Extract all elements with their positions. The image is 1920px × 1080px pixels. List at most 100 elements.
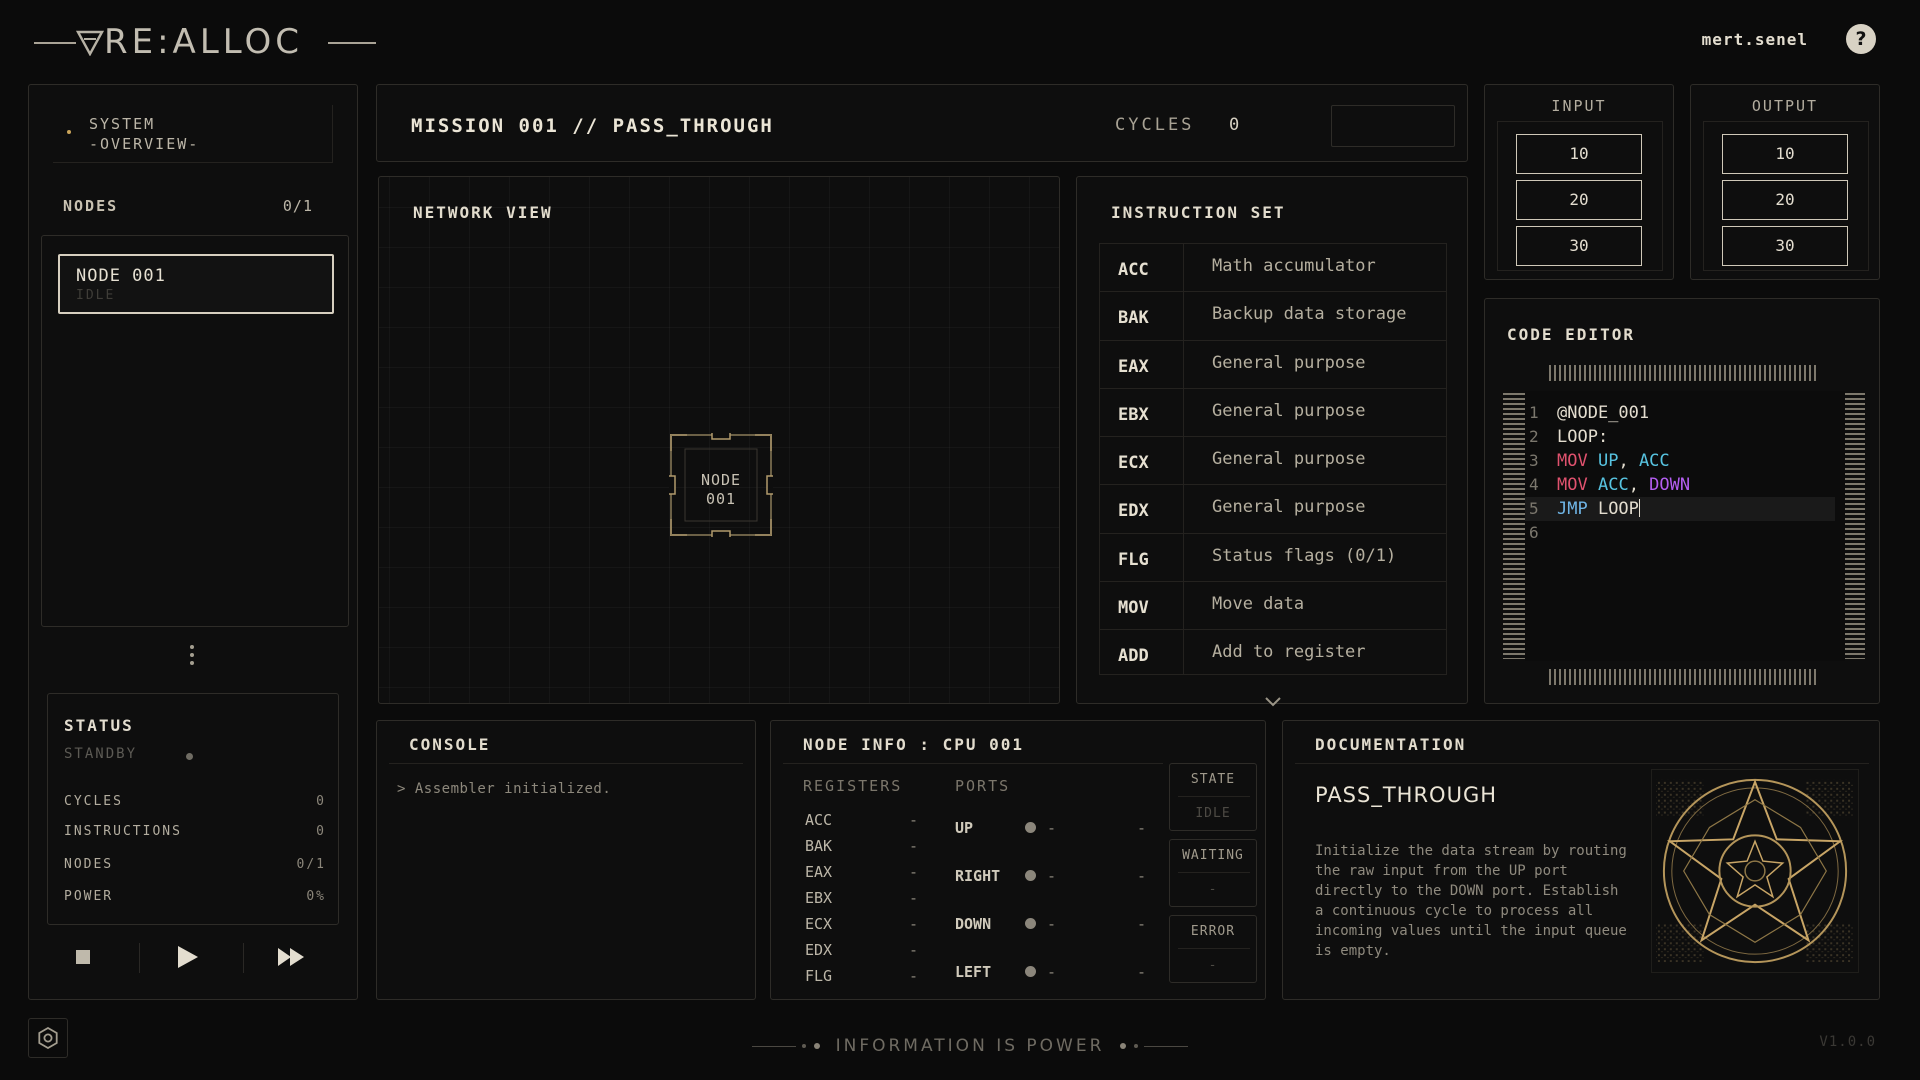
- node-item-001[interactable]: NODE 001 IDLE: [58, 254, 334, 314]
- console-panel: CONSOLE > Assembler initialized.: [376, 720, 756, 1000]
- settings-button[interactable]: [28, 1018, 68, 1058]
- documentation-body: Initialize the data stream by routing th…: [1315, 843, 1627, 959]
- ports-header: PORTS: [955, 777, 1011, 795]
- instruction-row[interactable]: BAK Backup data storage: [1100, 292, 1446, 341]
- network-node-label: NODE 001: [669, 471, 773, 509]
- documentation-panel: DOCUMENTATION PASS_THROUGH Initialize th…: [1282, 720, 1880, 1000]
- editor-tick-border-left: [1503, 393, 1525, 659]
- username[interactable]: mert.senel: [1702, 30, 1808, 49]
- register-name: EBX: [805, 889, 833, 907]
- app-name: RE:ALLOC: [104, 22, 303, 62]
- tagline-dot: [1134, 1044, 1138, 1048]
- controls-divider: [139, 943, 140, 973]
- network-view[interactable]: NETWORK VIEW NODE 001: [378, 176, 1060, 704]
- more-vertical-icon[interactable]: [189, 645, 195, 667]
- stat-value: 0/1: [296, 857, 326, 872]
- play-button[interactable]: [159, 933, 215, 981]
- app-logo: RE:ALLOC: [30, 20, 376, 66]
- port-value-in: -: [1047, 819, 1057, 837]
- code-token-register: ACC: [1597, 475, 1629, 495]
- output-value: 20: [1722, 180, 1848, 220]
- fast-forward-button[interactable]: [263, 933, 319, 981]
- register-name: BAK: [805, 837, 833, 855]
- stat-row-nodes: NODES 0/1: [64, 857, 326, 872]
- instruction-row[interactable]: ECX General purpose: [1100, 437, 1446, 486]
- node-item-name: NODE 001: [76, 266, 166, 286]
- input-panel: INPUT 10 20 30: [1484, 84, 1674, 280]
- instruction-desc: General purpose: [1212, 352, 1366, 373]
- gear-icon: [38, 1027, 58, 1049]
- port-status-dot: [1025, 822, 1036, 833]
- editor-tick-border-top: [1549, 365, 1819, 381]
- code-text-area[interactable]: 1 @NODE_001 2 LOOP: 3 MOV UP, ACC 4 MOV …: [1525, 391, 1856, 732]
- register-row-acc: ACC -: [805, 811, 918, 829]
- port-name: LEFT: [955, 963, 992, 981]
- documentation-heading: PASS_THROUGH: [1315, 783, 1498, 807]
- waiting-divider: [1178, 872, 1250, 873]
- instruction-desc: Backup data storage: [1212, 304, 1407, 325]
- register-name: EDX: [805, 941, 833, 959]
- playback-controls: [47, 933, 339, 985]
- register-value: -: [909, 889, 919, 907]
- state-label: STATE: [1190, 772, 1236, 787]
- instruction-row[interactable]: MOV Move data: [1100, 582, 1446, 631]
- error-label: ERROR: [1190, 924, 1236, 939]
- instruction-op: ACC: [1100, 244, 1184, 292]
- play-icon: [178, 946, 198, 968]
- stat-label: INSTRUCTIONS: [64, 824, 182, 839]
- instruction-row[interactable]: EBX General purpose: [1100, 388, 1446, 438]
- input-value: 10: [1516, 134, 1642, 174]
- stat-value: 0: [316, 794, 326, 809]
- register-row-flg: FLG -: [805, 967, 918, 985]
- cycles-field[interactable]: [1331, 105, 1455, 147]
- logo-rule-left: [34, 42, 76, 44]
- network-node-label-line1: NODE: [700, 471, 742, 489]
- code-text: @NODE_001: [1557, 403, 1650, 423]
- node-item-state: IDLE: [76, 288, 116, 303]
- status-indicator-dot: [186, 753, 193, 760]
- console-line: > Assembler initialized.: [397, 781, 612, 797]
- logo-rule-right: [328, 42, 376, 44]
- waiting-label: WAITING: [1182, 848, 1244, 863]
- instruction-row[interactable]: ADD Add to register: [1100, 630, 1446, 674]
- input-queue: 10 20 30: [1497, 121, 1663, 271]
- help-button[interactable]: ?: [1846, 24, 1876, 54]
- status-title: STATUS: [64, 716, 134, 735]
- tagline-rule-right: [1144, 1046, 1188, 1047]
- register-name: FLG: [805, 967, 833, 985]
- instruction-row[interactable]: EAX General purpose: [1100, 340, 1446, 389]
- instruction-desc: Math accumulator: [1212, 256, 1376, 276]
- instruction-desc: General purpose: [1212, 497, 1366, 518]
- triangle-logo-icon: [76, 30, 104, 56]
- instruction-row[interactable]: FLG Status flags (0/1): [1100, 533, 1446, 583]
- console-divider: [389, 763, 743, 764]
- instruction-desc: Move data: [1212, 594, 1305, 615]
- instruction-op: ECX: [1100, 437, 1184, 485]
- chevron-down-icon[interactable]: [1263, 695, 1283, 709]
- status-panel: STATUS STANDBY CYCLES 0 INSTRUCTIONS 0 N…: [47, 693, 339, 925]
- documentation-title: DOCUMENTATION: [1315, 735, 1467, 754]
- stat-label: POWER: [64, 889, 114, 904]
- instruction-op: BAK: [1100, 292, 1184, 340]
- input-value: 20: [1516, 180, 1642, 220]
- stop-button[interactable]: [55, 933, 111, 981]
- instruction-op: EDX: [1100, 485, 1184, 533]
- register-name: ACC: [805, 811, 833, 829]
- code-line: 1 @NODE_001: [1525, 401, 1835, 425]
- code-line-active: 5 JMP LOOP: [1525, 497, 1835, 521]
- node-info-panel: NODE INFO : CPU 001 REGISTERS PORTS ACC -…: [770, 720, 1266, 1000]
- error-box: ERROR -: [1169, 915, 1257, 983]
- node-list: NODE 001 IDLE: [41, 235, 349, 627]
- port-row-down: DOWN - -: [955, 915, 1146, 933]
- register-value: -: [909, 941, 919, 959]
- instruction-row[interactable]: EDX General purpose: [1100, 485, 1446, 534]
- network-node-001[interactable]: NODE 001: [666, 430, 776, 540]
- instruction-row[interactable]: ACC Math accumulator: [1100, 244, 1446, 293]
- waiting-box: WAITING -: [1169, 839, 1257, 907]
- input-title: INPUT: [1551, 97, 1607, 115]
- stat-row-instructions: INSTRUCTIONS 0: [64, 824, 326, 839]
- system-overview-tab[interactable]: SYSTEM -OVERVIEW-: [53, 105, 333, 163]
- system-tab-sublabel: -OVERVIEW-: [89, 135, 200, 153]
- port-name: DOWN: [955, 915, 992, 933]
- register-value: -: [909, 863, 919, 881]
